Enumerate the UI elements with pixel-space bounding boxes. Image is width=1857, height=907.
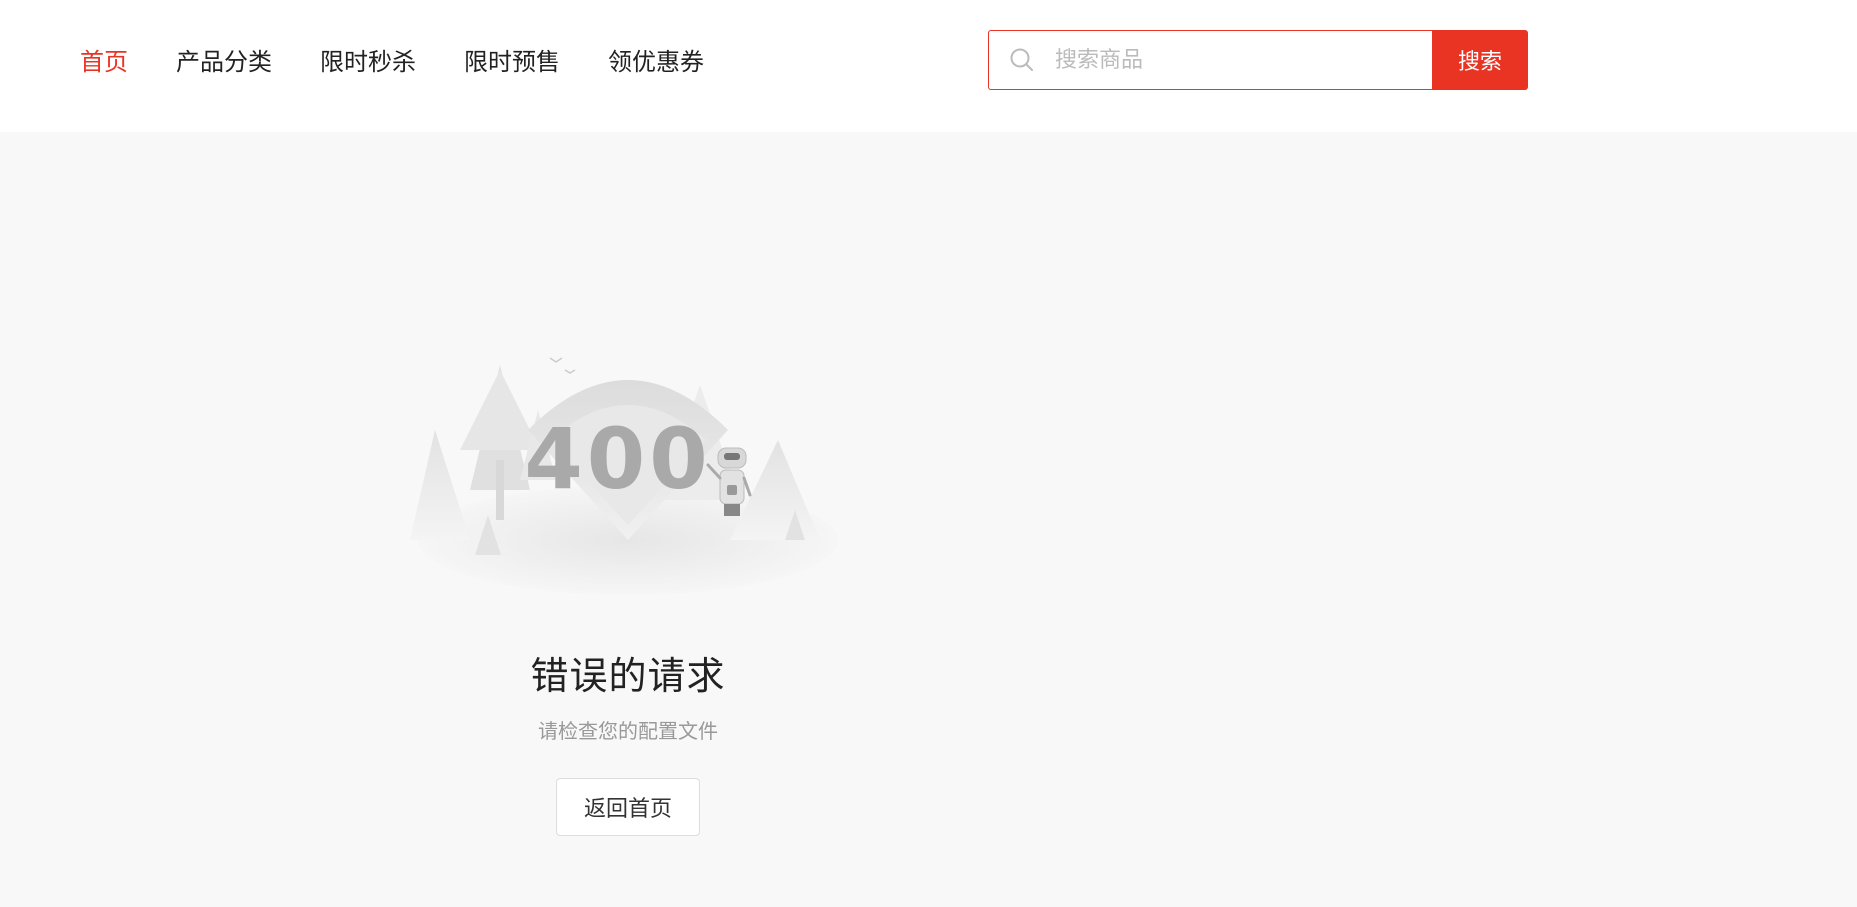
error-code: 400	[524, 410, 711, 508]
header: 首页 产品分类 限时秒杀 限时预售 领优惠券 搜索	[0, 0, 1857, 132]
nav-item-flash-sale[interactable]: 限时秒杀	[320, 42, 416, 82]
error-illustration: 400	[410, 357, 838, 595]
nav-item-home[interactable]: 首页	[80, 42, 128, 82]
error-illustration-area: 400	[400, 340, 856, 620]
back-home-button[interactable]: 返回首页	[556, 778, 700, 836]
nav-item-presale[interactable]: 限时预售	[464, 42, 560, 82]
main-nav: 首页 产品分类 限时秒杀 限时预售 领优惠券	[80, 42, 752, 82]
nav-item-coupons[interactable]: 领优惠券	[608, 42, 704, 82]
search-button[interactable]: 搜索	[1432, 30, 1528, 90]
error-title: 错误的请求	[530, 654, 726, 698]
search-bar: 搜索	[988, 30, 1528, 90]
search-input[interactable]	[1053, 46, 1432, 74]
error-subtitle: 请检查您的配置文件	[538, 719, 718, 743]
search-icon	[1009, 47, 1035, 73]
nav-item-categories[interactable]: 产品分类	[176, 42, 272, 82]
search-field-container	[988, 30, 1432, 90]
